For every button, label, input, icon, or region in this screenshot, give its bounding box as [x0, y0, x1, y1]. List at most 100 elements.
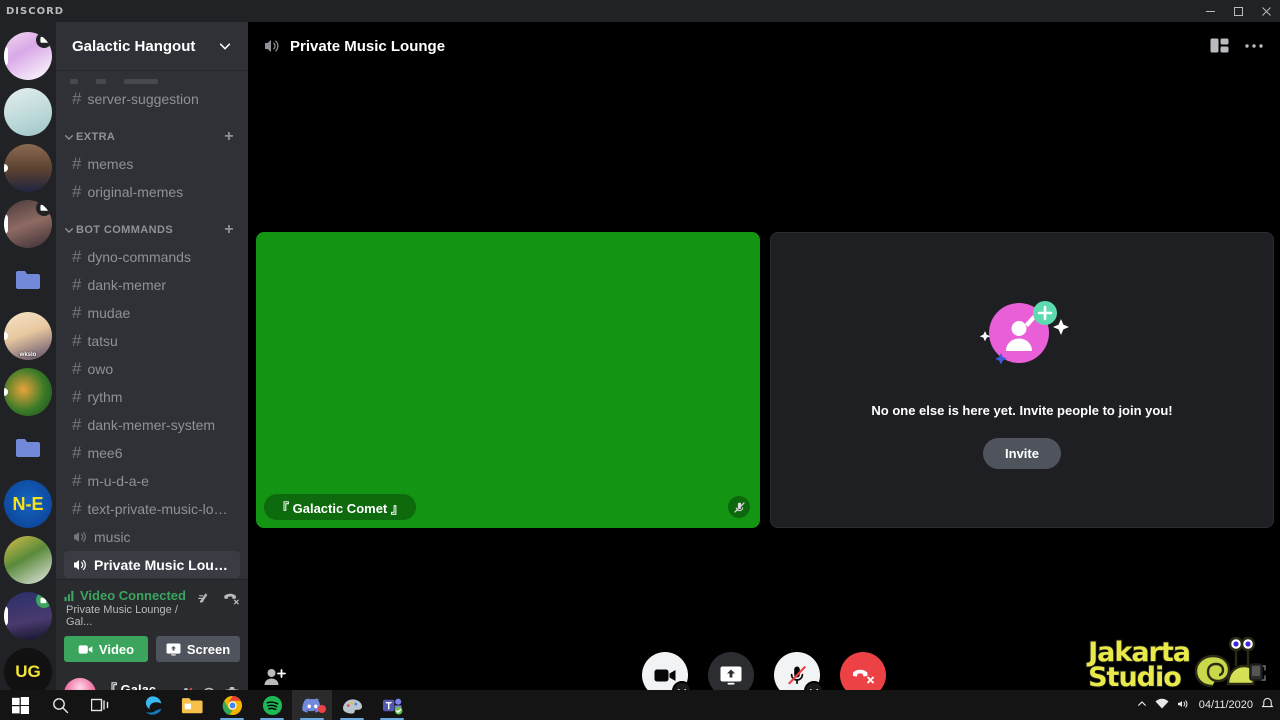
server-icon-8[interactable] — [4, 592, 52, 640]
channel-dank-memer-system[interactable]: # dank-memer-system — [64, 411, 240, 438]
channel-music[interactable]: music — [64, 523, 240, 550]
taskbar-app-teams[interactable] — [372, 690, 412, 720]
server-folder-2[interactable] — [4, 424, 52, 472]
screen-button[interactable]: Screen — [156, 636, 240, 662]
speaker-icon — [72, 529, 88, 545]
search-button[interactable] — [40, 690, 80, 720]
category-bot-commands[interactable]: BOT COMMANDS + — [56, 206, 248, 242]
channel-dyno-commands[interactable]: # dyno-commands — [64, 243, 240, 270]
channel-label: tatsu — [87, 332, 118, 349]
channel-m-u-d-a-e[interactable]: # m-u-d-a-e — [64, 467, 240, 494]
maximize-icon[interactable] — [1224, 0, 1252, 22]
hash-icon: # — [72, 471, 82, 490]
channel-label: mee6 — [87, 444, 123, 461]
channel-label: dank-memer-system — [87, 416, 216, 433]
channel-label: dank-memer — [87, 276, 167, 293]
paint-icon — [342, 698, 362, 714]
server-rail[interactable]: wkslo N-E UG — [0, 22, 56, 720]
channel-private-music-lounge[interactable]: Private Music Lounge — [64, 551, 240, 578]
channel-original-memes[interactable]: # original-memes — [64, 178, 240, 205]
voice-channel-path: Private Music Lounge / Gal... — [66, 604, 178, 628]
noise-suppression-icon[interactable] — [196, 590, 212, 606]
invite-button[interactable]: Invite — [983, 438, 1061, 469]
channel-text-private-music-lounge[interactable]: # text-private-music-lounge — [64, 495, 240, 522]
server-icon-6[interactable] — [4, 368, 52, 416]
taskbar-app-chrome[interactable] — [212, 690, 252, 720]
server-folder-1[interactable] — [4, 256, 52, 304]
server-icon-5[interactable]: wkslo — [4, 312, 52, 360]
volume-icon[interactable] — [1177, 698, 1191, 713]
hash-icon: # — [72, 499, 82, 518]
channel-sidebar: Galactic Hangout # server-suggestion EXT… — [56, 22, 248, 720]
voice-status-row: Video Connected Private Music Lounge / G… — [64, 588, 240, 628]
server-icon-7[interactable] — [4, 536, 52, 584]
server-icon-3[interactable] — [4, 144, 52, 192]
video-button[interactable]: Video — [64, 636, 148, 662]
taskbar-app-edge[interactable] — [132, 690, 172, 720]
more-options-icon[interactable] — [1244, 43, 1264, 49]
server-icon-ug[interactable]: UG — [4, 648, 52, 696]
channel-memes[interactable]: # memes — [64, 150, 240, 177]
server-icon-1[interactable] — [4, 32, 52, 80]
hash-icon: # — [72, 275, 82, 294]
channel-dank-memer[interactable]: # dank-memer — [64, 271, 240, 298]
channel-label: original-memes — [87, 183, 184, 200]
split-view-icon[interactable] — [1210, 37, 1230, 55]
page-title: Private Music Lounge — [290, 37, 446, 55]
taskbar-app-spotify[interactable] — [252, 690, 292, 720]
taskbar-app-discord[interactable] — [292, 690, 332, 720]
add-channel-icon[interactable]: + — [224, 129, 240, 145]
invite-message: No one else is here yet. Invite people t… — [871, 403, 1173, 418]
fullscreen-button[interactable] — [1250, 665, 1266, 686]
taskbar-app-file-explorer[interactable] — [172, 690, 212, 720]
tray-chevron-up-icon[interactable] — [1137, 699, 1147, 712]
server-icon-2[interactable] — [4, 88, 52, 136]
unread-indicator — [4, 164, 8, 172]
channel-mudae[interactable]: # mudae — [64, 299, 240, 326]
server-name: Galactic Hangout — [72, 37, 196, 55]
channel-mee6[interactable]: # mee6 — [64, 439, 240, 466]
network-icon[interactable] — [1155, 698, 1169, 713]
invite-illustration — [957, 291, 1087, 391]
channel-server-suggestion[interactable]: # server-suggestion — [64, 85, 240, 112]
video-tile-self[interactable]: 『 Galactic Comet 』 — [256, 232, 760, 528]
channel-rythm[interactable]: # rythm — [64, 383, 240, 410]
chevron-down-icon — [65, 228, 73, 234]
minimize-icon[interactable] — [1196, 0, 1224, 22]
hash-icon: # — [72, 303, 82, 322]
participant-name: 『 Galactic Comet 』 — [276, 500, 404, 516]
notification-center-icon[interactable] — [1261, 697, 1274, 713]
chevron-down-icon — [65, 135, 73, 141]
discord-app-window: DISCORD wkslo N-E UG Galactic Hangout # … — [0, 0, 1280, 720]
channel-owo[interactable]: # owo — [64, 355, 240, 382]
clock[interactable]: 04/11/2020 — [1199, 699, 1253, 711]
channel-tatsu[interactable]: # tatsu — [64, 327, 240, 354]
task-view-button[interactable] — [80, 690, 120, 720]
discord-wordmark: DISCORD — [6, 5, 65, 17]
screen-share-icon — [166, 642, 181, 655]
teams-icon — [382, 698, 402, 715]
taskbar-app-paint[interactable] — [332, 690, 372, 720]
server-header-button[interactable]: Galactic Hangout — [56, 22, 248, 70]
disconnect-icon[interactable] — [222, 590, 240, 606]
channel-label: owo — [87, 360, 114, 377]
channel-label: dyno-commands — [87, 248, 191, 265]
camera-icon — [78, 644, 93, 654]
category-extra[interactable]: EXTRA + — [56, 113, 248, 149]
hash-icon: # — [72, 359, 82, 378]
close-icon[interactable] — [1252, 0, 1280, 22]
screen-share-badge — [36, 32, 52, 48]
server-icon-ne[interactable]: N-E — [4, 480, 52, 528]
screen-button-label: Screen — [186, 641, 231, 657]
start-button[interactable] — [0, 690, 40, 720]
category-bot-commands-left: BOT COMMANDS — [64, 224, 173, 236]
hash-icon: # — [72, 331, 82, 350]
channel-list[interactable]: # server-suggestion EXTRA + # memes # or… — [56, 70, 248, 579]
signal-icon — [64, 590, 74, 601]
add-channel-icon[interactable]: + — [224, 222, 240, 238]
server-icon-label: wkslo — [19, 352, 37, 358]
windows-taskbar: 04/11/2020 — [0, 690, 1280, 720]
server-icon-4[interactable] — [4, 200, 52, 248]
screen-share-icon — [720, 666, 742, 685]
voice-action-icons — [196, 588, 240, 606]
